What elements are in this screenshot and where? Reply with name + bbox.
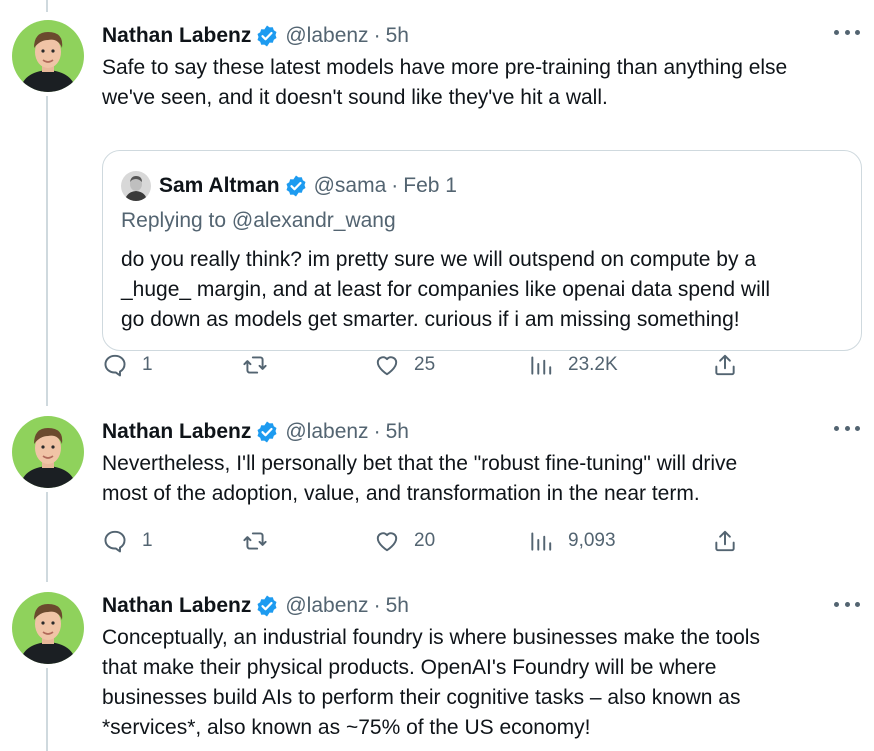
quoted-text-line: go down as models get smarter. curious i… [121, 308, 740, 331]
more-dots-icon[interactable] [834, 22, 860, 42]
like-count: 20 [414, 530, 436, 551]
quoted-avatar [121, 171, 151, 201]
share-icon [715, 530, 735, 552]
separator-dot: · [373, 420, 381, 443]
replying-to-prefix: Replying to [121, 209, 227, 232]
verified-badge-icon [255, 24, 279, 48]
views-count: 23.2K [568, 354, 618, 375]
retweet-button[interactable] [242, 526, 282, 556]
views-chart-icon [531, 532, 552, 551]
quoted-text-line: do you really think? im pretty sure we w… [121, 248, 756, 271]
tweet-text-line: Safe to say these latest models have mor… [102, 56, 788, 79]
like-button[interactable]: 20 [374, 526, 435, 556]
tweet-text: Safe to say these latest models have mor… [102, 53, 872, 113]
author-name[interactable]: Nathan Labenz [102, 594, 251, 618]
reply-icon [104, 530, 126, 553]
like-button[interactable]: 25 [374, 350, 435, 380]
quoted-tweet[interactable]: Sam Altman @sama · Feb 1 Replying to @al… [102, 150, 862, 351]
tweet[interactable]: Nathan Labenz @labenz · 5h Safe to say t… [0, 20, 874, 390]
timestamp[interactable]: 5h [386, 24, 409, 48]
tweet-text-line: Conceptually, an industrial foundry is w… [102, 626, 760, 649]
replying-to-handle[interactable]: @alexandr_wang [232, 209, 396, 232]
quoted-author-name[interactable]: Sam Altman [159, 174, 280, 198]
reply-button[interactable]: 1 [102, 526, 153, 556]
verified-badge-icon [255, 420, 279, 444]
tweet[interactable]: Nathan Labenz @labenz · 5h Conceptually,… [0, 592, 874, 751]
author-handle[interactable]: @labenz [285, 24, 368, 48]
retweet-icon [243, 532, 267, 550]
tweet-text: Nevertheless, I'll personally bet that t… [102, 449, 872, 509]
tweet[interactable]: Nathan Labenz @labenz · 5h Nevertheless,… [0, 416, 874, 566]
reply-button[interactable]: 1 [102, 350, 153, 380]
reply-icon [104, 354, 126, 377]
quoted-tweet-text: do you really think? im pretty sure we w… [121, 245, 770, 335]
quoted-timestamp: Feb 1 [403, 174, 457, 197]
retweet-icon [243, 356, 267, 374]
author-handle[interactable]: @labenz [285, 594, 368, 618]
views-count: 9,093 [568, 530, 616, 551]
separator-dot: · [373, 594, 381, 617]
tweet-text: Conceptually, an industrial foundry is w… [102, 623, 872, 743]
tweet-text-line: most of the adoption, value, and transfo… [102, 482, 700, 505]
tweet-text-line: that make their physical products. OpenA… [102, 656, 717, 679]
timestamp[interactable]: 5h [386, 420, 409, 444]
timestamp[interactable]: 5h [386, 594, 409, 618]
quoted-author-handle: @sama [313, 174, 387, 197]
views-button[interactable]: 9,093 [528, 526, 616, 556]
like-count: 25 [414, 354, 436, 375]
thread-connector [46, 0, 48, 12]
tweet-text-line: *services*, also known as ~75% of the US… [102, 716, 591, 739]
reply-count: 1 [142, 530, 153, 551]
separator-dot: · [373, 24, 381, 47]
author-name[interactable]: Nathan Labenz [102, 24, 251, 48]
more-dots-icon[interactable] [834, 594, 860, 614]
reply-count: 1 [142, 354, 153, 375]
share-button[interactable] [712, 526, 738, 556]
author-name[interactable]: Nathan Labenz [102, 420, 251, 444]
verified-badge-icon [284, 174, 308, 198]
tweet-header: Nathan Labenz @labenz · 5h [102, 22, 409, 50]
separator-dot: · [391, 174, 399, 197]
more-dots-icon[interactable] [834, 418, 860, 438]
views-chart-icon [531, 356, 552, 375]
tweet-actions: 1 25 23.2K [102, 350, 742, 380]
tweet-header: Nathan Labenz @labenz · 5h [102, 592, 409, 620]
heart-icon [376, 532, 398, 552]
avatar[interactable] [12, 416, 84, 488]
avatar[interactable] [12, 592, 84, 664]
tweet-header: Nathan Labenz @labenz · 5h [102, 418, 409, 446]
author-handle[interactable]: @labenz [285, 420, 368, 444]
share-button[interactable] [712, 350, 738, 380]
replying-to: Replying to @alexandr_wang [121, 209, 396, 233]
tweet-actions: 1 20 9,093 [102, 526, 742, 556]
tweet-text-line: Nevertheless, I'll personally bet that t… [102, 452, 738, 475]
share-icon [715, 354, 735, 376]
views-button[interactable]: 23.2K [528, 350, 618, 380]
tweet-text-line: businesses build AIs to perform their co… [102, 686, 741, 709]
quoted-tweet-header: Sam Altman @sama · Feb 1 [121, 171, 457, 201]
avatar[interactable] [12, 20, 84, 92]
retweet-button[interactable] [242, 350, 282, 380]
heart-icon [376, 356, 398, 376]
tweet-text-line: we've seen, and it doesn't sound like th… [102, 86, 608, 109]
verified-badge-icon [255, 594, 279, 618]
quoted-text-line: _huge_ margin, and at least for companie… [121, 278, 771, 301]
